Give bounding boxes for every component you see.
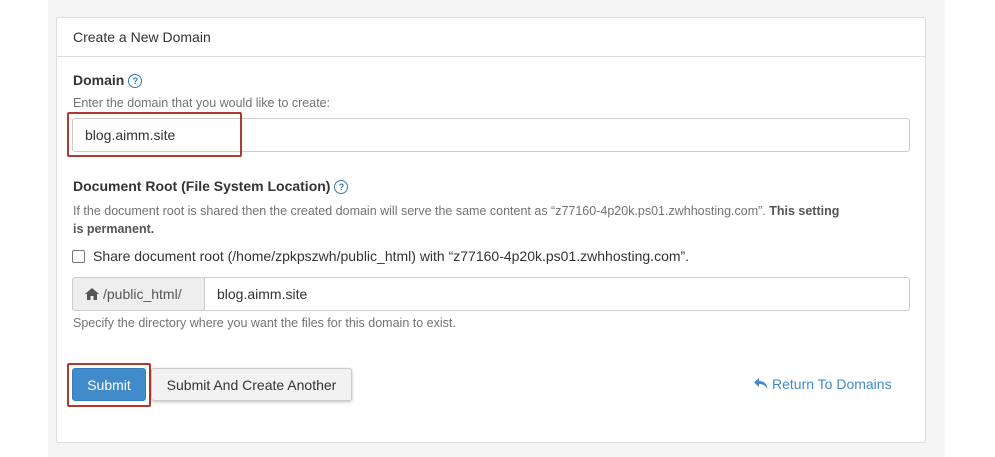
share-docroot-row: Share document root (/home/zpkpszwh/publ… bbox=[72, 248, 689, 264]
docroot-prefix: /public_html/ bbox=[103, 286, 182, 302]
docroot-input-value: blog.aimm.site bbox=[217, 286, 308, 302]
question-circle-icon[interactable]: ? bbox=[128, 74, 143, 88]
docroot-hint-bold-1: This setting bbox=[769, 204, 840, 218]
return-to-domains-link[interactable]: Return To Domains bbox=[754, 376, 892, 392]
home-icon bbox=[85, 288, 99, 300]
docroot-label-row: Document Root (File System Location)? bbox=[73, 178, 349, 194]
docroot-prefix-addon: /public_html/ bbox=[72, 277, 204, 311]
panel-heading: Create a New Domain bbox=[57, 18, 925, 57]
submit-and-create-another-button[interactable]: Submit And Create Another bbox=[151, 368, 352, 401]
docroot-help: Specify the directory where you want the… bbox=[73, 316, 456, 330]
share-docroot-label[interactable]: Share document root (/home/zpkpszwh/publ… bbox=[93, 248, 689, 264]
docroot-hint-bold-2: is permanent. bbox=[73, 222, 155, 236]
docroot-hint-text: If the document root is shared then the … bbox=[73, 204, 766, 218]
docroot-input[interactable]: blog.aimm.site bbox=[204, 277, 910, 311]
question-circle-icon[interactable]: ? bbox=[334, 180, 349, 194]
domain-label: Domain bbox=[73, 72, 125, 88]
domain-input-highlight bbox=[67, 112, 242, 157]
share-docroot-checkbox[interactable] bbox=[72, 249, 85, 263]
return-to-domains-label: Return To Domains bbox=[772, 376, 892, 392]
docroot-label: Document Root (File System Location) bbox=[73, 178, 331, 194]
domain-hint: Enter the domain that you would like to … bbox=[73, 96, 331, 110]
docroot-hint: If the document root is shared then the … bbox=[73, 202, 913, 238]
reply-arrow-icon bbox=[754, 378, 768, 389]
docroot-input-group: /public_html/ blog.aimm.site bbox=[72, 277, 910, 311]
submit-button-highlight bbox=[67, 363, 151, 407]
domain-label-row: Domain? bbox=[73, 72, 143, 88]
